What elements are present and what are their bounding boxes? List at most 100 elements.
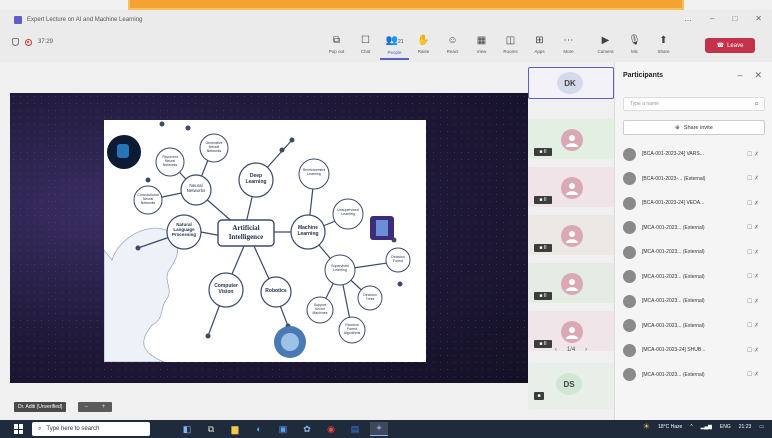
list-item[interactable]: [MCA-001-2023... (External) ☐ ✗ bbox=[623, 240, 769, 265]
mic-off-icon: ☐ ✗ bbox=[747, 323, 760, 330]
avatar bbox=[561, 129, 583, 151]
tray-arrow-icon[interactable]: ^ bbox=[690, 424, 692, 430]
shared-content-stage: Artificial Intelligence Neural Networks … bbox=[10, 93, 528, 383]
tile-dk[interactable]: DK bbox=[528, 67, 614, 99]
language-indicator: ENG bbox=[719, 423, 731, 430]
react-button[interactable]: ☺ React bbox=[438, 32, 467, 60]
taskbar-search-input[interactable]: ⌕ Type here to search bbox=[32, 422, 150, 436]
close-button[interactable]: ✕ bbox=[755, 14, 762, 23]
mic-off-icon: ☐ ✗ bbox=[747, 372, 760, 379]
invite-icon: ⊕ bbox=[675, 124, 680, 131]
prev-page-button[interactable]: ‹ bbox=[555, 347, 557, 353]
node-robotics: Robotics bbox=[260, 276, 292, 308]
node-deep-learning: Deep Learning bbox=[238, 162, 274, 198]
participant-search-input[interactable]: Type a name ⌕ bbox=[623, 97, 765, 111]
ml-image bbox=[370, 216, 394, 240]
node-computer-vision: Computer Vision bbox=[208, 272, 244, 308]
store-icon[interactable]: ▣ bbox=[274, 422, 292, 436]
chat-button[interactable]: ☐ Chat bbox=[351, 32, 380, 60]
tile-participant[interactable]: ■ II bbox=[528, 119, 614, 159]
view-button[interactable]: ▦ View bbox=[467, 32, 496, 60]
toolbar-buttons: ⧉ Pop out ☐ Chat 👥21 People ✋ Raise ☺ React ▦… bbox=[322, 32, 678, 60]
node-random-forest: Random Forest Algorithms bbox=[338, 316, 366, 344]
people-button[interactable]: 👥21 People bbox=[380, 32, 409, 60]
view-icon: ▦ bbox=[476, 35, 487, 46]
avatar bbox=[623, 270, 636, 284]
notification-icon[interactable]: ▭ bbox=[759, 424, 764, 430]
avatar bbox=[623, 343, 636, 357]
participant-tiles: DK ■ II ■ II ■ II ■ II ■ II DS ■ bbox=[528, 67, 614, 419]
tile-participant[interactable]: ■ II bbox=[528, 215, 614, 255]
avatar bbox=[623, 245, 636, 259]
avatar bbox=[623, 147, 636, 161]
chrome-icon[interactable]: ◉ bbox=[322, 422, 340, 436]
raise-hand-icon: ✋ bbox=[417, 35, 430, 46]
list-item[interactable]: [MCA-001-2023... (External) ☐ ✗ bbox=[623, 289, 769, 314]
file-explorer-icon[interactable]: ▆ bbox=[226, 422, 244, 436]
teams-icon[interactable]: ✦ bbox=[370, 422, 388, 436]
title-bar: Expert Lecture on AI and Machine Learnin… bbox=[0, 10, 772, 30]
tile-participant[interactable]: ■ II bbox=[528, 167, 614, 207]
node-recurrent-nn: Recurrent Neural Networks bbox=[155, 147, 185, 177]
minimize-button[interactable]: – bbox=[710, 14, 714, 23]
avatar bbox=[623, 368, 636, 382]
node-unsupervised: Unsupervised Learning bbox=[332, 198, 364, 230]
tile-status: ■ II bbox=[534, 196, 552, 204]
list-item[interactable]: [MCA-001-2023... (External) ☐ ✗ bbox=[623, 363, 769, 388]
list-item[interactable]: [MCA-001-2023... (External) ☐ ✗ bbox=[623, 314, 769, 339]
list-item[interactable]: [MCA-001-2023... (External) ☐ ✗ bbox=[623, 265, 769, 290]
people-icon: 👥21 bbox=[385, 35, 404, 46]
popout-button[interactable]: ⧉ Pop out bbox=[322, 32, 351, 60]
brain-image bbox=[107, 135, 141, 169]
next-page-button[interactable]: › bbox=[585, 347, 587, 353]
chat-icon: ☐ bbox=[361, 35, 370, 46]
more-options-icon[interactable]: … bbox=[684, 14, 692, 23]
maximize-button[interactable]: □ bbox=[732, 14, 737, 23]
tile-participant[interactable]: ■ II bbox=[528, 263, 614, 303]
minimize-panel-icon[interactable]: – bbox=[737, 70, 742, 81]
share-button[interactable]: ⬆ Share bbox=[649, 32, 678, 60]
popout-icon: ⧉ bbox=[332, 35, 341, 46]
person-icon bbox=[566, 327, 578, 339]
list-item[interactable]: [MCA-001-2023-24] SHUB... ☐ ✗ bbox=[623, 338, 769, 363]
weather-text: 18°C Haze bbox=[658, 423, 683, 430]
node-decision-trees: Decision Trees bbox=[357, 285, 383, 311]
react-icon: ☺ bbox=[447, 35, 458, 46]
page-indicator: 1/4 bbox=[566, 347, 576, 353]
leave-button[interactable]: ☎ Leave bbox=[705, 38, 755, 53]
apps-button[interactable]: ⊞ Apps bbox=[525, 32, 554, 60]
mic-off-icon: ☐ ✗ bbox=[747, 298, 760, 305]
list-item[interactable]: [BCA-001-2023-24] VARS... ☐ ✗ bbox=[623, 142, 769, 167]
avatar bbox=[623, 196, 636, 210]
edge-icon[interactable]: ◐ bbox=[250, 422, 268, 436]
share-invite-button[interactable]: ⊕ Share invite bbox=[623, 120, 765, 135]
avatar bbox=[623, 172, 636, 186]
zoom-in-icon[interactable]: + bbox=[102, 404, 106, 410]
list-item[interactable]: [MCA-001-2023... (External) ☐ ✗ bbox=[623, 216, 769, 241]
list-item[interactable]: [BCA-001-2023-24] VEDA... ☐ ✗ bbox=[623, 191, 769, 216]
tile-ds[interactable]: DS ■ bbox=[528, 363, 614, 409]
camera-button[interactable]: ▶ Camera bbox=[591, 32, 620, 60]
zoom-out-icon[interactable]: – bbox=[85, 404, 88, 410]
avatar bbox=[623, 221, 636, 235]
person-icon bbox=[566, 279, 578, 291]
search-icon: ⌕ bbox=[38, 425, 42, 432]
rooms-button[interactable]: ◫ Rooms bbox=[496, 32, 525, 60]
widgets-icon[interactable]: ◧ bbox=[178, 422, 196, 436]
mic-button[interactable]: 🎙 Mic bbox=[620, 32, 649, 60]
word-icon[interactable]: ▤ bbox=[346, 422, 364, 436]
more-icon: ⋯ bbox=[563, 35, 574, 46]
close-panel-icon[interactable]: ✕ bbox=[754, 70, 762, 81]
clock[interactable]: 21:23 bbox=[739, 424, 752, 430]
start-button[interactable] bbox=[14, 424, 24, 434]
zoom-controls[interactable]: – + bbox=[78, 402, 112, 412]
task-view-icon[interactable]: ⧉ bbox=[202, 422, 220, 436]
more-button[interactable]: ⋯ More bbox=[554, 32, 583, 60]
list-item[interactable]: [BCA-001-2023-... (External) ☐ ✗ bbox=[623, 167, 769, 192]
raise-hand-button[interactable]: ✋ Raise bbox=[409, 32, 438, 60]
tile-participant[interactable]: ■ II bbox=[528, 311, 614, 351]
window-controls: … – □ ✕ bbox=[684, 14, 762, 23]
meeting-toolbar: 37:29 ⧉ Pop out ☐ Chat 👥21 People ✋ Raise ☺ R… bbox=[0, 30, 772, 62]
settings-icon[interactable]: ✿ bbox=[298, 422, 316, 436]
person-icon bbox=[566, 231, 578, 243]
